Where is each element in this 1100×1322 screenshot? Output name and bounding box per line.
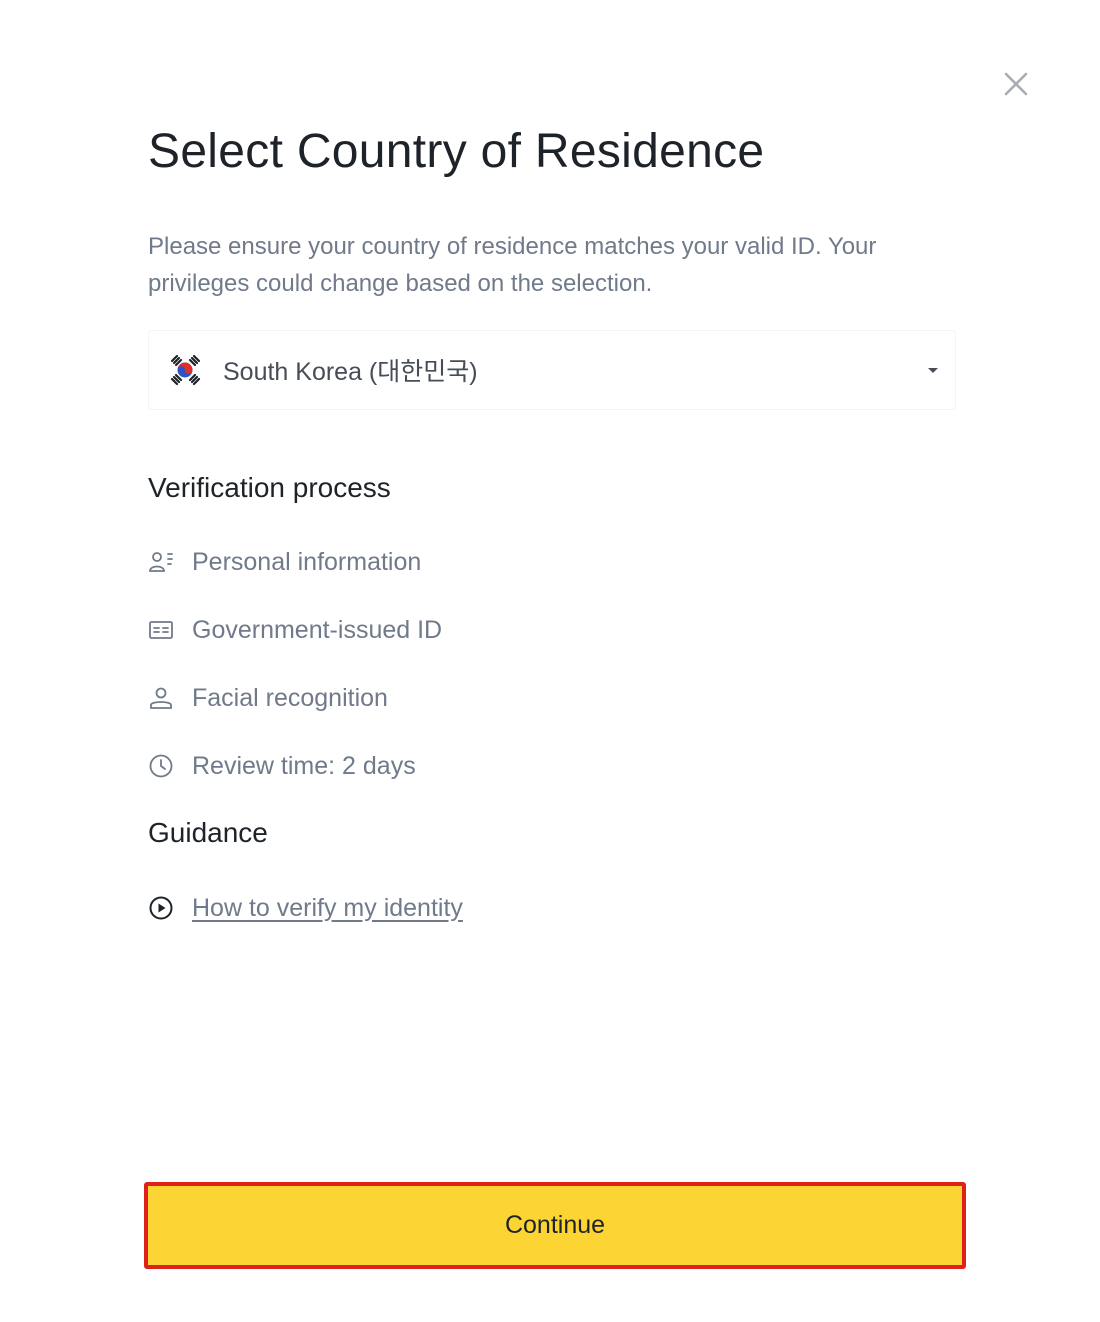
user-icon (150, 687, 172, 709)
guidance-heading: Guidance (148, 817, 268, 848)
south-korea-flag-icon (170, 354, 201, 386)
guidance-item: How to verify my identity (148, 891, 463, 925)
step-label: Review time: 2 days (192, 751, 416, 780)
continue-button[interactable]: Continue (144, 1182, 966, 1269)
verification-heading: Verification process (148, 472, 391, 503)
verification-step: Government-issued ID (148, 613, 442, 647)
how-to-verify-link[interactable]: How to verify my identity (192, 894, 463, 923)
dialog-title: Select Country of Residence (148, 125, 765, 178)
step-label: Personal information (192, 547, 422, 576)
play-circle-icon (149, 896, 173, 920)
verification-step: Personal information (148, 545, 421, 579)
country-select[interactable]: South Korea (대한민국) (148, 330, 956, 410)
close-button[interactable] (996, 64, 1036, 104)
dialog-description: Please ensure your country of residence … (148, 233, 877, 297)
id-card-icon (149, 621, 173, 639)
step-label: Facial recognition (192, 683, 388, 712)
caret-down-icon (928, 368, 938, 373)
verification-step: Review time: 2 days (148, 749, 416, 783)
clock-icon (149, 754, 173, 778)
personal-info-icon (149, 552, 173, 572)
close-icon (1004, 72, 1028, 96)
selected-country: South Korea (대한민국) (223, 358, 478, 386)
step-label: Government-issued ID (192, 615, 443, 644)
verification-step: Facial recognition (148, 681, 388, 715)
